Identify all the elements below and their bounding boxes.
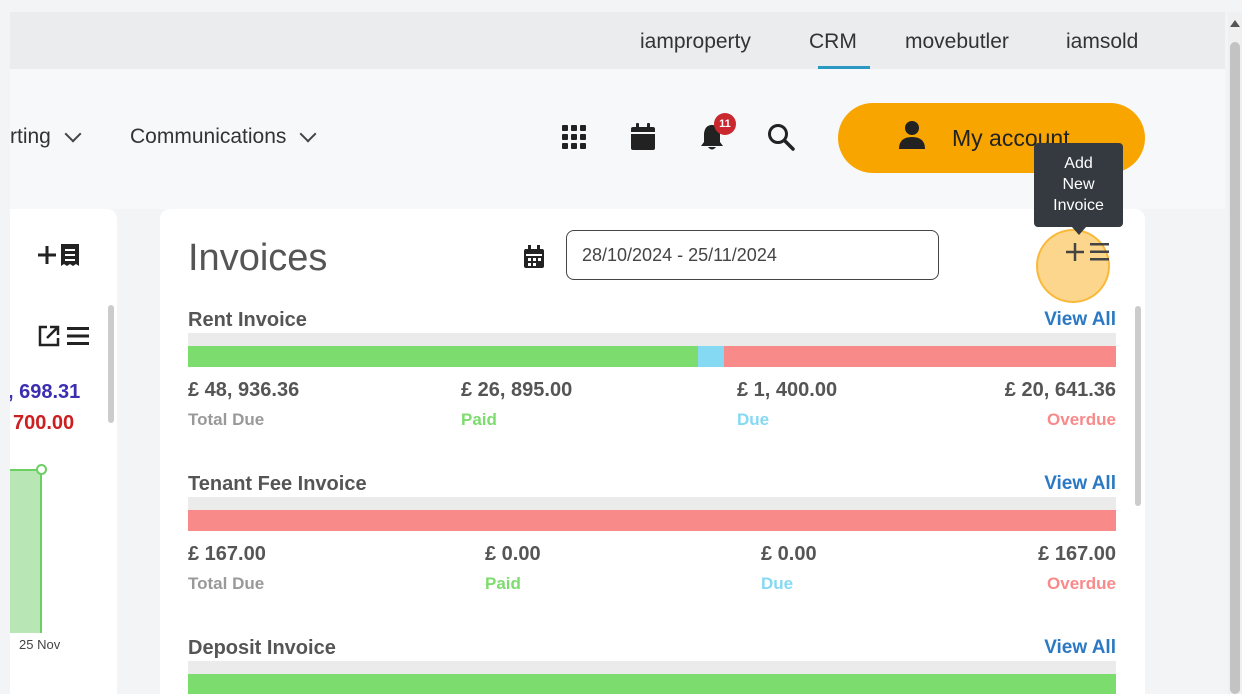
- tooltip-line: Add: [1064, 155, 1093, 172]
- rent-invoice-section: Rent Invoice View All £ 48, 936.36 Total…: [188, 309, 1116, 449]
- stat-overdue: £ 167.00 Overdue: [1038, 543, 1116, 594]
- chevron-down-icon: [299, 125, 317, 143]
- add-receipt-icon[interactable]: [36, 242, 80, 268]
- date-range-input[interactable]: [566, 230, 939, 280]
- stat-label: Due: [737, 410, 770, 429]
- brand-link-iamproperty[interactable]: iamproperty: [640, 30, 751, 54]
- stat-paid: £ 0.00 Paid: [485, 543, 541, 594]
- stat-label: Total Due: [188, 574, 265, 593]
- chart-line-vertical: [40, 471, 42, 633]
- scroll-up-arrow-icon[interactable]: [1230, 20, 1240, 27]
- left-value-2: 700.00: [13, 412, 75, 434]
- invoice-progress-bar: [188, 333, 1116, 367]
- tenant-fee-invoice-section: Tenant Fee Invoice View All £ 167.00 Tot…: [188, 473, 1116, 613]
- external-link-icon[interactable]: [37, 324, 61, 353]
- notifications-bell-icon[interactable]: 11: [696, 113, 736, 153]
- add-new-invoice-tooltip: Add New Invoice: [1034, 143, 1123, 235]
- nav-communications[interactable]: Communications: [130, 125, 317, 149]
- stat-amount: £ 1, 400.00: [737, 379, 838, 401]
- stat-label: Paid: [485, 574, 521, 593]
- stat-overdue: £ 20, 641.36 Overdue: [1005, 379, 1116, 430]
- view-all-link[interactable]: View All: [1044, 473, 1116, 495]
- bar-segment-overdue: [188, 510, 1116, 531]
- bar-segment-paid: [188, 674, 1116, 694]
- view-all-link[interactable]: View All: [1044, 309, 1116, 331]
- invoices-title: Invoices: [188, 237, 328, 279]
- stat-total-due: £ 167.00 Total Due: [188, 543, 266, 594]
- chevron-down-icon: [64, 125, 82, 143]
- section-title: Rent Invoice: [188, 309, 307, 331]
- tooltip-line: Invoice: [1053, 197, 1104, 214]
- stat-total-due: £ 48, 936.36 Total Due: [188, 379, 299, 430]
- chart-point: [36, 464, 47, 475]
- stat-label: Due: [761, 574, 794, 593]
- invoices-card: Invoices Rent Invoice View All £ 48, 936…: [160, 209, 1145, 694]
- chart-date-label: 25 Nov: [19, 637, 61, 652]
- section-title: Deposit Invoice: [188, 637, 336, 659]
- stat-due: £ 1, 400.00 Due: [737, 379, 837, 430]
- scrollbar-thumb[interactable]: [1230, 42, 1240, 694]
- add-invoice-button[interactable]: [1064, 239, 1110, 265]
- stat-label: Overdue: [1047, 574, 1116, 593]
- stat-amount: £ 0.00: [485, 543, 541, 565]
- search-icon[interactable]: [765, 121, 797, 153]
- date-picker-icon[interactable]: [523, 245, 545, 274]
- apps-grid-icon[interactable]: [558, 121, 590, 153]
- stat-amount: £ 167.00: [188, 543, 266, 565]
- deposit-invoice-section: Deposit Invoice View All: [188, 637, 1116, 694]
- left-panel-scrollbar[interactable]: [108, 305, 114, 423]
- invoice-progress-bar: [188, 497, 1116, 531]
- stat-amount: £ 167.00: [1038, 543, 1116, 565]
- stat-label: Total Due: [188, 410, 265, 429]
- calendar-icon[interactable]: [627, 121, 659, 153]
- nav-reporting[interactable]: rting: [10, 125, 82, 149]
- bar-segment-overdue: [724, 346, 1116, 367]
- brand-link-movebutler[interactable]: movebutler: [905, 30, 1009, 54]
- stat-label: Overdue: [1047, 410, 1116, 429]
- bar-segment-due: [698, 346, 725, 367]
- stat-due: £ 0.00 Due: [761, 543, 817, 594]
- invoices-scrollbar[interactable]: [1135, 306, 1141, 506]
- window-scrollbar[interactable]: [1228, 12, 1242, 694]
- section-title: Tenant Fee Invoice: [188, 473, 367, 495]
- stat-label: Paid: [461, 410, 497, 429]
- bar-segment-paid: [188, 346, 699, 367]
- user-icon: [898, 120, 926, 156]
- brand-link-iamsold[interactable]: iamsold: [1066, 30, 1138, 54]
- nav-communications-label: Communications: [130, 125, 287, 148]
- stat-amount: £ 48, 936.36: [188, 379, 300, 401]
- invoice-progress-bar: [188, 661, 1116, 694]
- stat-amount: £ 20, 641.36: [1004, 379, 1116, 401]
- menu-icon[interactable]: [67, 326, 89, 351]
- brand-bar: iamproperty CRM movebutler iamsold: [10, 12, 1225, 69]
- stat-amount: £ 26, 895.00: [461, 379, 573, 401]
- brand-link-crm[interactable]: CRM: [809, 30, 857, 54]
- stat-paid: £ 26, 895.00 Paid: [461, 379, 572, 430]
- left-panel-card: , 698.31 700.00 25 Nov: [10, 209, 117, 694]
- notification-badge: 11: [714, 113, 736, 135]
- nav-reporting-label: rting: [10, 125, 51, 148]
- left-value-1: , 698.31: [10, 381, 81, 403]
- chart-area-fill: [10, 471, 41, 633]
- tooltip-line: New: [1062, 176, 1095, 193]
- stat-amount: £ 0.00: [761, 543, 817, 565]
- view-all-link[interactable]: View All: [1044, 637, 1116, 659]
